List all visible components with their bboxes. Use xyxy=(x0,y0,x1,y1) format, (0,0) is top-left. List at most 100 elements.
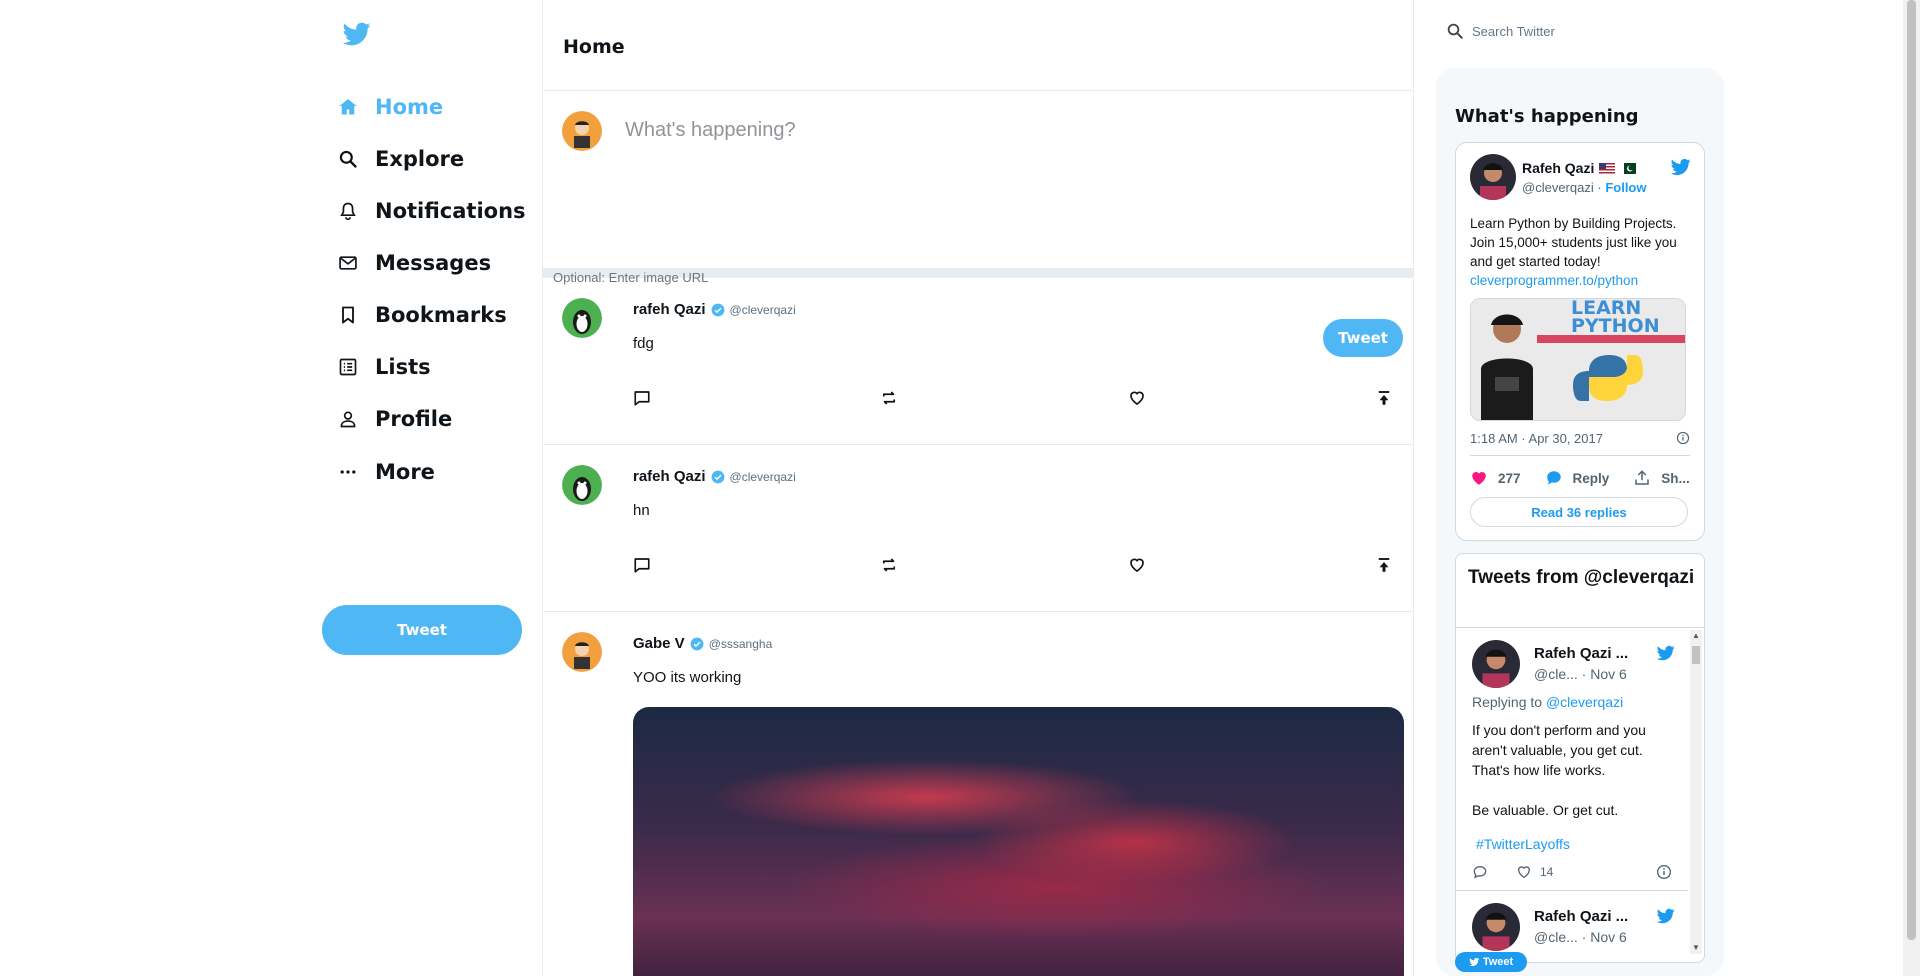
timeline-actions: 14 xyxy=(1472,864,1672,880)
sidebar-item-bookmarks[interactable]: Bookmarks xyxy=(337,295,507,335)
read-replies-button[interactable]: Read 36 replies xyxy=(1470,497,1688,527)
post-text: fdg xyxy=(633,335,654,352)
avatar xyxy=(1470,154,1516,200)
post-header: Gabe V @sssangha xyxy=(633,635,772,652)
us-flag-icon xyxy=(1599,162,1616,174)
post-author: rafeh Qazi xyxy=(633,468,706,485)
more-icon xyxy=(337,461,359,483)
timeline-author: Rafeh Qazi ... xyxy=(1534,645,1629,662)
reply-icon[interactable] xyxy=(1472,864,1488,880)
sidebar-item-label: Home xyxy=(375,95,444,119)
embedded-tweet[interactable]: Rafeh Qazi @cleverqazi · Follow Learn Py… xyxy=(1455,142,1705,541)
timeline-scrollbar[interactable]: ▲ ▼ xyxy=(1690,630,1702,954)
info-icon[interactable] xyxy=(1656,864,1672,880)
bell-icon xyxy=(337,200,359,222)
sidebar-item-label: Bookmarks xyxy=(375,303,507,327)
retweet-icon[interactable] xyxy=(880,389,898,407)
twitter-clone-page: Home Explore Notifications Messages Book… xyxy=(0,0,1920,976)
feed: Home Tweet rafeh Qazi @cleverqazi fdg xyxy=(542,0,1414,976)
verified-badge-icon xyxy=(711,470,724,483)
avatar xyxy=(1472,903,1520,951)
embed-image[interactable]: LEARN PYTHON xyxy=(1470,298,1686,421)
embed-text-body: Learn Python by Building Projects. Join … xyxy=(1470,216,1677,269)
tweetbox: Tweet xyxy=(543,91,1413,357)
post: Gabe V @sssangha YOO its working xyxy=(543,612,1413,976)
scroll-up-arrow-icon[interactable]: ▲ xyxy=(1690,630,1702,642)
embed-link[interactable]: cleverprogrammer.to/python xyxy=(1470,273,1638,288)
sidebar-item-label: Lists xyxy=(375,355,431,379)
embed-stats: 277 Reply Sh... xyxy=(1470,469,1714,487)
post-image[interactable] xyxy=(633,707,1404,976)
sidebar-item-more[interactable]: More xyxy=(337,452,435,492)
twitter-bird-icon[interactable] xyxy=(1656,644,1676,662)
twitter-bird-icon[interactable] xyxy=(1670,157,1692,177)
share-group[interactable]: Sh... xyxy=(1633,469,1690,487)
reply-label: Reply xyxy=(1572,470,1610,486)
post-header: rafeh Qazi @cleverqazi xyxy=(633,468,796,485)
profile-timeline: Tweets from @cleverqazi Rafeh Qazi ... @… xyxy=(1455,553,1705,963)
timeline-handle: @cle... · Nov 6 xyxy=(1534,929,1627,945)
twitter-bird-icon xyxy=(1469,957,1480,967)
publish-icon[interactable] xyxy=(1375,556,1393,574)
sidebar-item-profile[interactable]: Profile xyxy=(337,399,452,439)
publish-icon[interactable] xyxy=(1375,389,1393,407)
person-icon xyxy=(337,408,359,430)
embed-timestamp[interactable]: 1:18 AM · Apr 30, 2017 xyxy=(1470,431,1603,446)
scrollbar-thumb[interactable] xyxy=(1692,646,1700,664)
retweet-icon[interactable] xyxy=(880,556,898,574)
replying-label: Replying to xyxy=(1472,694,1543,710)
sidebar-item-label: Explore xyxy=(375,147,465,171)
reply-icon[interactable] xyxy=(633,556,651,574)
scroll-down-arrow-icon[interactable]: ▼ xyxy=(1690,942,1702,954)
reply-bubble-icon xyxy=(1546,471,1561,485)
heart-filled-icon xyxy=(1472,472,1486,485)
avatar xyxy=(562,298,602,338)
hashtag-link[interactable]: #TwitterLayoffs xyxy=(1476,836,1570,852)
replying-to-link[interactable]: @cleverqazi xyxy=(1546,694,1623,710)
bookmark-icon xyxy=(337,304,359,326)
twitter-bird-icon[interactable] xyxy=(1656,907,1676,925)
like-count: 14 xyxy=(1540,865,1554,879)
embed-handle-text: @cleverqazi xyxy=(1522,180,1594,195)
embed-author-name: Rafeh Qazi xyxy=(1522,160,1595,176)
heart-icon[interactable] xyxy=(1128,556,1146,574)
follow-link[interactable]: Follow xyxy=(1605,180,1646,195)
reply-group[interactable]: Reply xyxy=(1545,469,1610,487)
sidebar-item-messages[interactable]: Messages xyxy=(337,243,491,283)
post-handle: @cleverqazi xyxy=(729,469,796,484)
avatar xyxy=(562,632,602,672)
search-icon xyxy=(337,148,359,170)
reply-icon[interactable] xyxy=(633,389,651,407)
sidebar-item-explore[interactable]: Explore xyxy=(337,139,464,179)
scrollbar-thumb[interactable] xyxy=(1907,0,1916,940)
timeline-tweet[interactable]: Rafeh Qazi ... @cle... · Nov 6 Replying … xyxy=(1456,628,1688,892)
avatar xyxy=(1472,640,1520,688)
search-input[interactable] xyxy=(1472,23,1692,39)
compose-input[interactable] xyxy=(625,119,1325,142)
heart-icon[interactable] xyxy=(1128,389,1146,407)
list-icon xyxy=(337,356,359,378)
verified-badge-icon xyxy=(711,303,724,316)
post-actions xyxy=(633,389,1393,407)
sidebar-item-lists[interactable]: Lists xyxy=(337,347,431,387)
info-icon[interactable] xyxy=(1676,431,1690,445)
like-count: 277 xyxy=(1498,470,1521,486)
sidebar: Home Explore Notifications Messages Book… xyxy=(320,0,542,976)
sidebar-item-home[interactable]: Home xyxy=(337,87,443,127)
sidebar-item-label: Messages xyxy=(375,251,492,275)
like-group[interactable]: 277 xyxy=(1470,469,1521,487)
sidebar-item-label: Notifications xyxy=(375,199,526,223)
feed-header: Home xyxy=(543,0,1413,91)
sidebar-tweet-button[interactable]: Tweet xyxy=(322,605,522,655)
timeline-body-line: Be valuable. Or get cut. xyxy=(1472,802,1619,818)
twitter-logo-icon[interactable] xyxy=(342,20,372,48)
page-scrollbar[interactable] xyxy=(1903,0,1920,976)
replying-to: Replying to @cleverqazi xyxy=(1472,694,1623,710)
floating-tweet-button[interactable]: Tweet xyxy=(1455,952,1527,972)
floating-tweet-label: Tweet xyxy=(1482,956,1514,968)
post-text: hn xyxy=(633,502,650,519)
separator-dot: · xyxy=(1597,180,1602,195)
post-author: Gabe V xyxy=(633,635,685,652)
sidebar-item-notifications[interactable]: Notifications xyxy=(337,191,526,231)
heart-icon[interactable] xyxy=(1516,864,1532,880)
